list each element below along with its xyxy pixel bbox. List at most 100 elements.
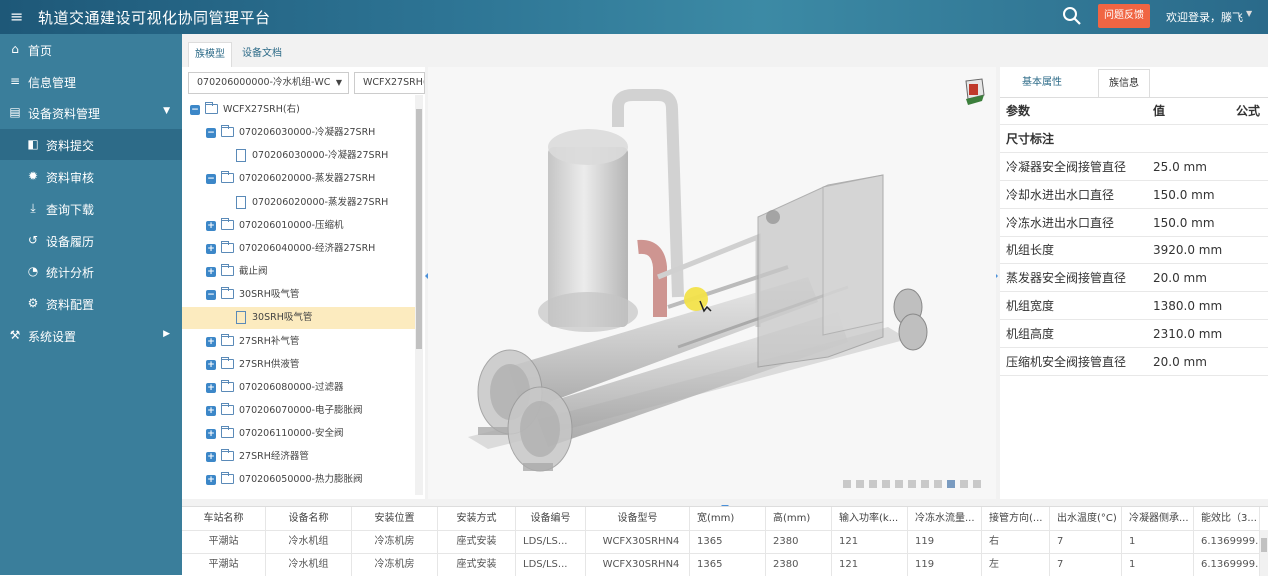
tree-node[interactable]: +070206110000-安全阀 — [182, 423, 415, 445]
sidebar-item-settings[interactable]: ⚒ 系统设置 ▶ — [0, 320, 182, 351]
collapse-icon[interactable]: − — [206, 128, 216, 139]
tree-label: 070206110000-安全阀 — [239, 428, 344, 440]
user-dropdown-icon[interactable]: ▼ — [1246, 9, 1252, 18]
sidebar-label: 资料审核 — [46, 171, 95, 185]
table-header-cell[interactable]: 高(mm) — [766, 507, 832, 530]
tab-family-model[interactable]: 族模型 — [188, 42, 232, 67]
tree-node[interactable]: +070206050000-热力膨胀阀 — [182, 469, 415, 491]
grid-collapse-handle[interactable] — [720, 499, 730, 509]
expand-icon[interactable]: + — [206, 382, 216, 393]
tree-leaf[interactable]: 070206020000-蒸发器27SRH — [182, 192, 415, 214]
tree-node[interactable]: − 070206020000-蒸发器27SRH — [182, 168, 415, 190]
view-cube-icon[interactable] — [965, 78, 985, 105]
sidebar-item-config[interactable]: ⚙ 资料配置 — [0, 288, 182, 319]
category-select[interactable]: 070206000000-冷水机组-WC ▼ — [188, 72, 349, 94]
model-select[interactable]: WCFX27SRH( — [354, 72, 425, 94]
menu-icon[interactable]: ≡ — [10, 7, 23, 26]
sidebar-item-review[interactable]: ✹ 资料审核 — [0, 161, 182, 192]
sidebar-item-info[interactable]: ≡ 信息管理 — [0, 66, 182, 97]
table-header-cell[interactable]: 设备编号 — [516, 507, 586, 530]
tree-node[interactable]: +070206040000-经济器27SRH — [182, 238, 415, 260]
property-value: 20.0 mm — [1153, 271, 1207, 286]
table-header-cell[interactable]: 出水温度(°C) — [1050, 507, 1122, 530]
table-header-cell[interactable]: 冷凝器侧承... — [1122, 507, 1194, 530]
expand-icon[interactable]: + — [206, 452, 216, 463]
table-cell: 冷冻机房 — [352, 530, 438, 553]
table-header-cell[interactable]: 安装位置 — [352, 507, 438, 530]
expand-icon[interactable]: + — [206, 405, 216, 416]
tree-node[interactable]: − WCFX27SRH(右) — [182, 99, 415, 121]
table-header-cell[interactable]: 安装方式 — [438, 507, 516, 530]
table-header-cell[interactable]: 设备名称 — [266, 507, 352, 530]
search-icon[interactable] — [1062, 6, 1082, 26]
sidebar-item-download[interactable]: ⤓ 查询下载 — [0, 193, 182, 224]
table-header-cell[interactable]: 冷冻水流量... — [908, 507, 982, 530]
table-scrollbar-thumb[interactable] — [1261, 538, 1267, 552]
chiller-3d-model[interactable] — [428, 67, 996, 499]
sidebar-item-device-docs[interactable]: ▤ 设备资料管理 ▼ — [0, 97, 182, 128]
value-header: 值 — [1153, 104, 1166, 118]
expand-icon[interactable]: + — [206, 243, 216, 254]
folder-icon — [221, 333, 234, 346]
table-header-cell[interactable]: 接管方向(... — [982, 507, 1050, 530]
property-row: 冷却水进出水口直径 150.0 mm — [1000, 181, 1268, 209]
table-header-cell[interactable]: 设备型号 — [586, 507, 690, 530]
tree-leaf[interactable]: 070206030000-冷凝器27SRH — [182, 145, 415, 167]
tab-basic-properties[interactable]: 基本属性 — [1006, 69, 1078, 97]
property-value: 3920.0 mm — [1153, 243, 1223, 258]
expand-icon[interactable]: + — [206, 336, 216, 347]
file-icon — [236, 149, 246, 163]
tree-scrollbar[interactable] — [415, 95, 423, 495]
property-row: 机组宽度 1380.0 mm — [1000, 292, 1268, 320]
sidebar-item-submit[interactable]: ◧ 资料提交 — [0, 129, 182, 160]
sidebar-item-home[interactable]: ⌂ 首页 — [0, 34, 182, 65]
tab-device-docs[interactable]: 设备文档 — [236, 42, 288, 67]
tree-label: 070206030000-冷凝器27SRH — [252, 150, 389, 162]
property-name: 机组宽度 — [1006, 299, 1055, 313]
tree-node[interactable]: − 30SRH吸气管 — [182, 284, 415, 306]
table-header-cell[interactable]: 能效比（3... — [1194, 507, 1260, 530]
expand-icon[interactable]: + — [206, 220, 216, 231]
tree-node[interactable]: +27SRH补气管 — [182, 331, 415, 353]
tree-node[interactable]: +27SRH经济器管 — [182, 446, 415, 468]
expand-icon[interactable]: + — [206, 429, 216, 440]
tree-leaf[interactable]: 30SRH吸气管 — [182, 307, 415, 330]
table-row-divider — [182, 553, 1268, 554]
welcome-text[interactable]: 欢迎登录，滕飞 — [1166, 9, 1243, 25]
table-header-cell[interactable]: 车站名称 — [182, 507, 266, 530]
folder-open-icon — [221, 171, 234, 184]
tree-node[interactable]: +070206070000-电子膨胀阀 — [182, 400, 415, 422]
tree-node[interactable]: +070206010000-压缩机 — [182, 215, 415, 237]
tree-node[interactable]: +070206080000-过滤器 — [182, 377, 415, 399]
tab-family-info[interactable]: 族信息 — [1098, 69, 1150, 97]
tree-label: 27SRH经济器管 — [239, 451, 309, 463]
collapse-icon[interactable]: − — [206, 290, 216, 301]
sidebar-item-stats[interactable]: ◔ 统计分析 — [0, 256, 182, 287]
collapse-icon[interactable]: − — [206, 174, 216, 185]
table-cell: 121 — [832, 553, 908, 576]
expand-icon[interactable]: + — [206, 267, 216, 278]
sidebar-label: 设备履历 — [46, 235, 95, 249]
tree-node[interactable]: +27SRH供液管 — [182, 354, 415, 376]
expand-icon[interactable]: + — [206, 359, 216, 370]
tree-panel: 070206000000-冷水机组-WC ▼ WCFX27SRH( − WCFX2… — [182, 67, 425, 499]
model-viewer[interactable] — [428, 67, 996, 499]
tree-node[interactable]: + 截止阀 — [182, 261, 415, 283]
formula-header: 公式 — [1235, 104, 1260, 118]
viewer-toolbar[interactable] — [843, 480, 981, 488]
property-value: 150.0 mm — [1153, 215, 1215, 230]
tree-scrollbar-thumb[interactable] — [416, 109, 422, 349]
feedback-button[interactable]: 问题反馈 — [1098, 4, 1150, 28]
table-scrollbar[interactable] — [1260, 530, 1268, 576]
sidebar-label: 资料配置 — [46, 298, 95, 312]
table-cell: 右 — [982, 530, 1050, 553]
table-header-cell[interactable]: 宽(mm) — [690, 507, 766, 530]
tree-label: 30SRH吸气管 — [239, 289, 300, 301]
table-cell: LDS/LS... — [516, 530, 586, 553]
tree-node[interactable]: − 070206030000-冷凝器27SRH — [182, 122, 415, 144]
tree-label: 27SRH补气管 — [239, 335, 300, 347]
table-header-cell[interactable]: 输入功率(k... — [832, 507, 908, 530]
collapse-icon[interactable]: − — [190, 105, 200, 115]
expand-icon[interactable]: + — [206, 475, 216, 486]
sidebar-item-history[interactable]: ↺ 设备履历 — [0, 225, 182, 256]
